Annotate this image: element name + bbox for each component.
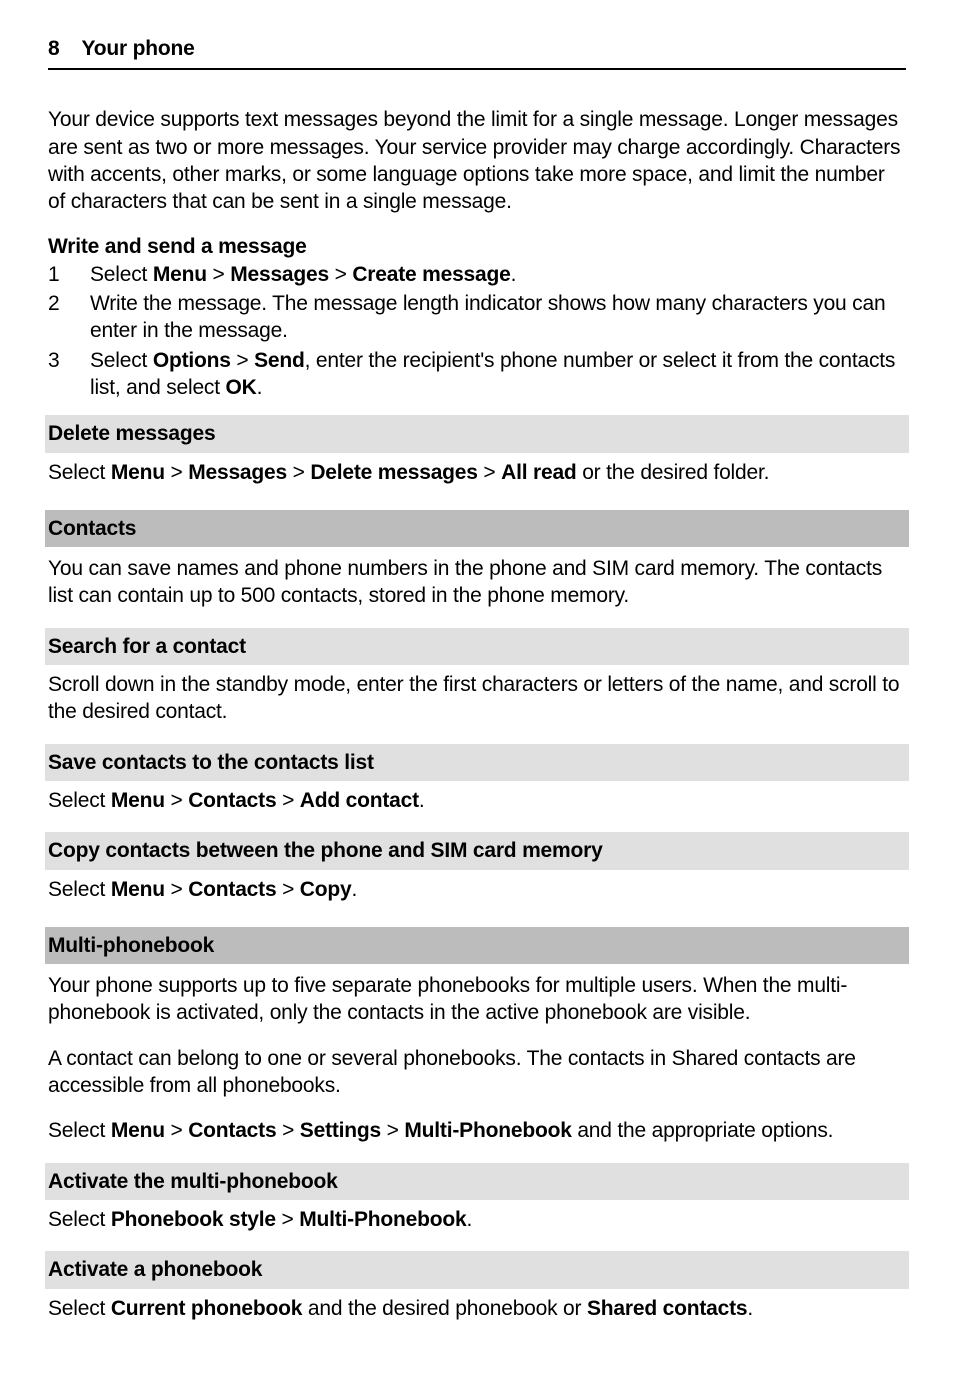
bold-run: Add contact (300, 789, 419, 812)
text-run: Select (48, 1297, 111, 1320)
text-run: > (478, 461, 501, 484)
text-run: . (467, 1208, 473, 1231)
text-mpb-p1: Your phone supports up to five separate … (48, 972, 906, 1027)
bold-run: Messages (188, 461, 287, 484)
step-item: Select Menu > Messages > Create message. (48, 261, 906, 288)
bold-run: Phonebook style (111, 1208, 276, 1231)
page-header: 8 Your phone (48, 35, 906, 70)
text-run: > (276, 1208, 299, 1231)
heading-contacts: Contacts (45, 510, 909, 547)
text-contacts-intro: You can save names and phone numbers in … (48, 555, 906, 610)
text-run: > (276, 878, 299, 901)
text-run: > (207, 263, 230, 286)
bold-run: Shared contacts (587, 1297, 747, 1320)
steps-write-send: Select Menu > Messages > Create message.… (48, 261, 906, 401)
text-run: and the desired phonebook or (302, 1297, 587, 1320)
text-run: Write the message. The message length in… (90, 292, 885, 342)
heading-write-send: Write and send a message (48, 233, 906, 260)
bold-run: All read (501, 461, 576, 484)
step-item: Select Options > Send, enter the recipie… (48, 347, 906, 402)
text-run: Select (48, 1208, 111, 1231)
text-activate-pb: Select Current phonebook and the desired… (48, 1295, 906, 1322)
bold-run: Options (153, 349, 231, 372)
heading-copy-contacts: Copy contacts between the phone and SIM … (45, 832, 909, 869)
intro-paragraph: Your device supports text messages beyon… (48, 106, 906, 215)
bold-run: Messages (230, 263, 329, 286)
heading-delete-messages: Delete messages (45, 415, 909, 452)
text-copy-contacts: Select Menu > Contacts > Copy. (48, 876, 906, 903)
bold-run: Contacts (188, 789, 276, 812)
bold-run: Contacts (188, 1119, 276, 1142)
text-run: . (747, 1297, 753, 1320)
heading-activate-mpb: Activate the multi-phonebook (45, 1163, 909, 1200)
text-run: > (276, 789, 299, 812)
text-run: > (165, 1119, 188, 1142)
step-item: Write the message. The message length in… (48, 290, 906, 345)
heading-search-contact: Search for a contact (45, 628, 909, 665)
text-run: Select (48, 789, 111, 812)
bold-run: Menu (111, 461, 165, 484)
bold-run: Menu (153, 263, 207, 286)
page-number: 8 (48, 35, 59, 62)
page-title: Your phone (81, 35, 194, 62)
bold-run: Menu (111, 789, 165, 812)
text-run: > (165, 461, 188, 484)
text-run: Select (90, 349, 153, 372)
bold-run: Contacts (188, 878, 276, 901)
bold-run: Current phonebook (111, 1297, 302, 1320)
bold-run: Multi-Phonebook (299, 1208, 466, 1231)
text-run: > (165, 878, 188, 901)
text-run: > (276, 1119, 299, 1142)
text-run: . (257, 376, 263, 399)
text-run: > (381, 1119, 404, 1142)
bold-run: Delete messages (310, 461, 477, 484)
text-run: Select (48, 461, 111, 484)
text-activate-mpb: Select Phonebook style > Multi-Phonebook… (48, 1206, 906, 1233)
bold-run: OK (226, 376, 257, 399)
heading-multi-phonebook: Multi-phonebook (45, 927, 909, 964)
text-run: > (165, 789, 188, 812)
heading-activate-pb: Activate a phonebook (45, 1251, 909, 1288)
bold-run: Send (254, 349, 305, 372)
bold-run: Create message (352, 263, 510, 286)
text-run: Select (90, 263, 153, 286)
text-search-contact: Scroll down in the standby mode, enter t… (48, 671, 906, 726)
text-save-contacts: Select Menu > Contacts > Add contact. (48, 787, 906, 814)
bold-run: Copy (300, 878, 352, 901)
text-run: > (231, 349, 254, 372)
text-run: . (351, 878, 357, 901)
text-run: > (329, 263, 352, 286)
text-run: . (419, 789, 425, 812)
bold-run: Menu (111, 1119, 165, 1142)
text-mpb-p3: Select Menu > Contacts > Settings > Mult… (48, 1117, 906, 1144)
text-mpb-p2: A contact can belong to one or several p… (48, 1045, 906, 1100)
bold-run: Settings (300, 1119, 381, 1142)
text-run: Select (48, 878, 111, 901)
bold-run: Multi-Phonebook (404, 1119, 571, 1142)
text-run: > (287, 461, 310, 484)
text-run: and the appropriate options. (572, 1119, 834, 1142)
text-delete-messages: Select Menu > Messages > Delete messages… (48, 459, 906, 486)
text-run: . (511, 263, 517, 286)
heading-save-contacts: Save contacts to the contacts list (45, 744, 909, 781)
text-run: Select (48, 1119, 111, 1142)
bold-run: Menu (111, 878, 165, 901)
text-run: or the desired folder. (577, 461, 770, 484)
